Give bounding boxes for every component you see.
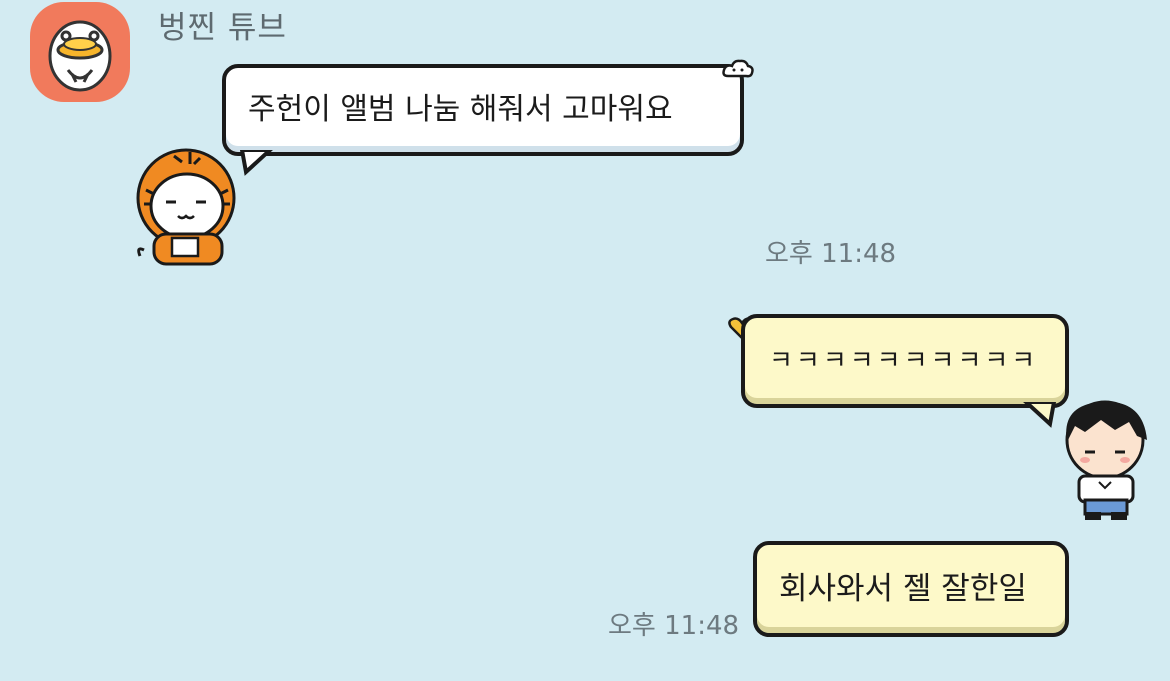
message-timestamp: 오후 11:48 — [608, 611, 740, 641]
sender-avatar[interactable] — [30, 2, 130, 102]
message-timestamp: 오후 11:48 — [765, 239, 897, 269]
outgoing-message-bubble[interactable]: ㅋㅋㅋㅋㅋㅋㅋㅋㅋㅋ — [741, 314, 1069, 408]
sender-name: 벙찐 튜브 — [158, 10, 287, 46]
duck-character-avatar-icon — [48, 20, 112, 92]
tiger-hoodie-character-icon — [136, 148, 236, 266]
cloud-icon — [722, 59, 754, 78]
incoming-message-bubble[interactable]: 주헌이 앨범 나눔 해줘서 고마워요 — [222, 64, 744, 156]
chat-room: 벙찐 튜브 주헌이 앨범 나눔 해줘서 고마워요 오후 11:48 ㅋㅋㅋㅋㅋㅋ… — [0, 0, 1170, 681]
bubble-tail-incoming — [240, 150, 273, 176]
outgoing-message-bubble[interactable]: 회사와서 젤 잘한일 — [753, 541, 1069, 637]
boy-character-icon — [1065, 400, 1147, 520]
bubble-tail-outgoing — [1023, 402, 1057, 428]
